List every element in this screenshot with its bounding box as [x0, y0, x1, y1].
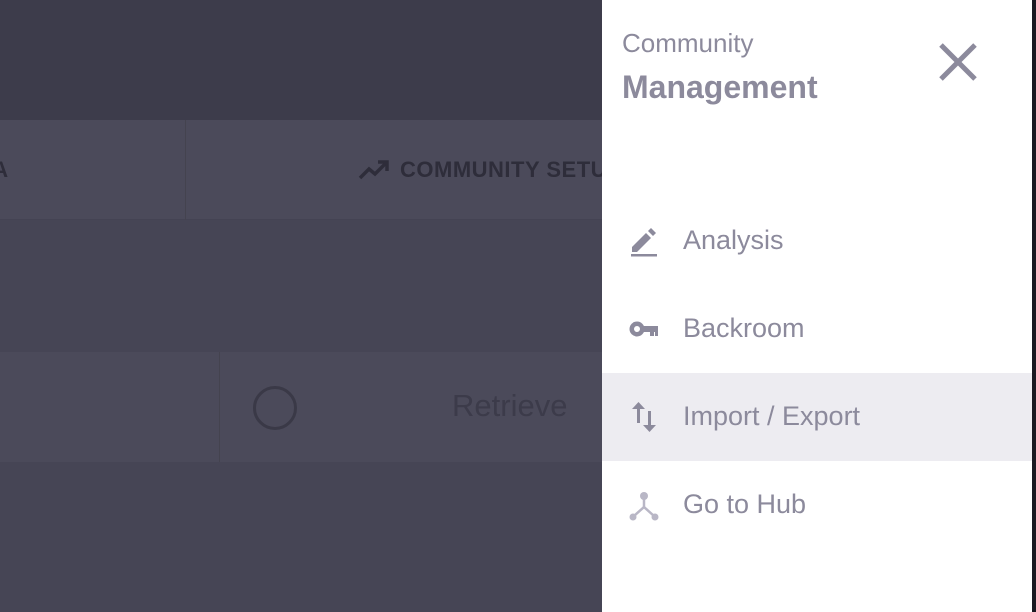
- window-edge: [1032, 0, 1036, 612]
- pencil-icon: [628, 225, 660, 257]
- drawer-title: Management: [622, 69, 818, 105]
- hub-icon: [628, 489, 660, 521]
- swap-vertical-icon: [628, 401, 660, 433]
- tab-community-setup[interactable]: COMMUNITY SETU: [358, 120, 607, 220]
- menu-item-analysis[interactable]: Analysis: [602, 197, 1032, 285]
- tab-community-setup-label: COMMUNITY SETU: [400, 157, 608, 182]
- menu-item-backroom-label: Backroom: [683, 313, 805, 343]
- drawer-menu: Analysis Backroom Import / Export Go to …: [602, 197, 1032, 549]
- menu-item-go-to-hub[interactable]: Go to Hub: [602, 461, 1032, 549]
- trending-up-icon: [358, 160, 389, 180]
- retrieve-radio[interactable]: [253, 386, 297, 430]
- card-divider: [219, 352, 220, 462]
- menu-item-backroom[interactable]: Backroom: [602, 285, 1032, 373]
- tab-data-label: TA: [0, 157, 9, 182]
- retrieve-label: Retrieve: [452, 388, 568, 423]
- drawer-supertitle: Community: [622, 28, 754, 58]
- menu-item-import-export-label: Import / Export: [683, 401, 861, 431]
- close-button[interactable]: [932, 36, 984, 88]
- close-icon: [939, 43, 977, 81]
- community-management-drawer: Community Management Analysis Backroom I…: [602, 0, 1032, 612]
- menu-item-analysis-label: Analysis: [683, 225, 784, 255]
- key-icon: [628, 313, 660, 345]
- menu-item-go-to-hub-label: Go to Hub: [683, 489, 807, 519]
- menu-item-import-export[interactable]: Import / Export: [602, 373, 1032, 461]
- tab-data[interactable]: TA: [0, 120, 186, 220]
